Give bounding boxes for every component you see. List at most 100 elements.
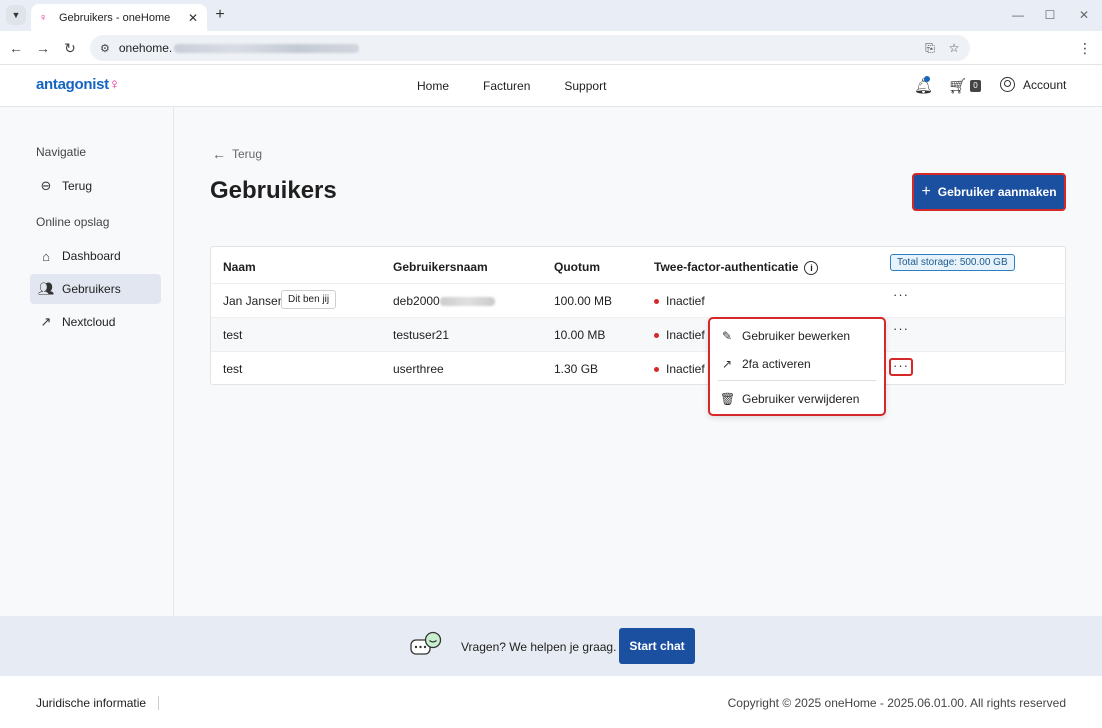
sidebar-item-label: Nextcloud (62, 315, 116, 329)
arrow-up-right-icon: ↗ (721, 357, 733, 371)
sidebar-item-nextcloud[interactable]: ↗ Nextcloud (30, 307, 161, 337)
column-header-quotum: Quotum (554, 260, 600, 274)
cell-quota: 1.30 GB (554, 362, 599, 376)
sidebar: Navigatie ⊖ Terug Online opslag ⌂ Dashbo… (0, 107, 174, 616)
row-actions-dropdown: ✎ Gebruiker bewerken ↗ 2fa activeren 🗑︎ … (708, 317, 886, 416)
account-button[interactable]: Account (1000, 77, 1066, 92)
cart-icon[interactable]: 🛒︎ (948, 77, 967, 95)
cell-name: Jan Jansen (223, 294, 285, 308)
window-close-icon[interactable]: ✕ (1074, 6, 1094, 24)
notification-dot (924, 76, 930, 82)
sidebar-item-dashboard[interactable]: ⌂ Dashboard (30, 241, 161, 271)
column-header-2fa-label: Twee-factor-authenticatie (654, 260, 799, 274)
menu-item-label: 2fa activeren (742, 357, 811, 371)
cell-username: userthree (393, 362, 444, 376)
sidebar-item-label: Gebruikers (62, 282, 121, 296)
chat-prompt: Vragen? We helpen je graag. (461, 640, 617, 654)
users-table: Naam Gebruikersnaam Quotum Twee-factor-a… (210, 246, 1066, 385)
cell-name: test (223, 328, 243, 342)
tab-search-chevron-icon[interactable]: ▼ (6, 5, 26, 25)
menu-item-delete-user[interactable]: 🗑︎ Gebruiker verwijderen (710, 385, 884, 413)
back-arrow-icon[interactable]: ← (6, 38, 26, 58)
create-user-label: Gebruiker aanmaken (937, 185, 1057, 199)
sidebar-item-terug[interactable]: ⊖ Terug (30, 171, 161, 201)
column-header-2fa: Twee-factor-authenticatie i (654, 260, 819, 275)
sidebar-heading-online-opslag: Online opslag (36, 215, 110, 229)
username-text: deb2000 (393, 294, 440, 308)
cell-username: testuser21 (393, 328, 450, 342)
browser-tab-bar: ▼ ♀ Gebruikers - oneHome ✕ + — ☐ ✕ (0, 0, 1102, 31)
status-text: Inactief (666, 362, 705, 376)
menu-item-edit-user[interactable]: ✎ Gebruiker bewerken (710, 322, 884, 350)
column-header-naam: Naam (223, 260, 256, 274)
favicon-icon: ♀ (39, 11, 48, 24)
cell-quota: 10.00 MB (554, 328, 606, 342)
forward-arrow-icon[interactable]: → (33, 38, 53, 58)
chat-band: Vragen? We helpen je graag. Start chat (0, 616, 1102, 676)
top-nav: Home Facturen Support (417, 79, 640, 93)
status-text: Inactief (666, 328, 705, 342)
nav-facturen[interactable]: Facturen (483, 79, 530, 93)
row-actions-menu-icon[interactable]: ··· (889, 322, 913, 341)
total-storage-badge: Total storage: 500.00 GB (890, 254, 1015, 271)
menu-item-label: Gebruiker bewerken (742, 329, 851, 343)
status-dot (654, 367, 659, 373)
reload-icon[interactable]: ↻ (60, 38, 80, 58)
plus-icon: + (921, 183, 931, 200)
menu-item-label: Gebruiker verwijderen (742, 392, 860, 406)
new-tab-button[interactable]: + (211, 6, 229, 24)
cell-2fa: Inactief (654, 328, 705, 342)
back-link[interactable]: ← Terug (212, 146, 262, 162)
info-icon[interactable]: i (804, 260, 819, 275)
main-content: ← Terug Gebruikers + Gebruiker aanmaken … (174, 107, 1102, 616)
logo-text: antagonist (36, 76, 109, 93)
logo[interactable]: antagonist♀ (36, 76, 120, 93)
column-header-gebruikersnaam: Gebruikersnaam (393, 260, 488, 274)
circle-arrow-left-icon: ⊖ (40, 178, 52, 193)
minimize-icon[interactable]: — (1008, 6, 1028, 24)
nav-support[interactable]: Support (564, 79, 606, 93)
users-icon: 👥︎ (38, 281, 55, 296)
table-row: test testuser21 10.00 MB Inactief ··· (211, 317, 1065, 351)
url-blurred (174, 43, 360, 53)
cell-2fa: Inactief (654, 362, 705, 376)
menu-item-activate-2fa[interactable]: ↗ 2fa activeren (710, 350, 884, 378)
maximize-icon[interactable]: ☐ (1040, 6, 1060, 24)
status-dot (654, 333, 659, 339)
start-chat-button[interactable]: Start chat (619, 628, 695, 664)
row-actions-menu-icon[interactable]: ··· (889, 358, 913, 376)
footer: Juridische informatie Copyright © 2025 o… (0, 676, 1102, 728)
sidebar-item-label: Dashboard (62, 249, 121, 263)
status-text: Inactief (666, 294, 705, 308)
arrow-left-icon: ← (212, 146, 226, 162)
create-user-button[interactable]: + Gebruiker aanmaken (912, 173, 1066, 211)
address-bar-row: ← → ↻ ⚙ onehome. ⎘ ☆ ⋮ (0, 31, 1102, 65)
row-actions-menu-icon[interactable]: ··· (889, 288, 913, 307)
site-header: antagonist♀ Home Facturen Support 🔔︎ 🛒︎ (0, 65, 1102, 107)
site-info-icon[interactable]: ⚙ (100, 42, 110, 55)
menu-divider (718, 380, 876, 381)
sidebar-item-gebruikers[interactable]: 👥︎ Gebruikers (30, 274, 161, 304)
chat-bubbles-icon (410, 631, 442, 655)
url-input[interactable]: ⚙ onehome. ⎘ ☆ (90, 35, 970, 61)
table-row: Jan Jansen Dit ben jij deb2000 100.00 MB… (211, 283, 1065, 317)
legal-link[interactable]: Juridische informatie (36, 696, 160, 710)
sidebar-heading-navigatie: Navigatie (36, 145, 87, 159)
account-icon (1000, 77, 1015, 92)
nav-home[interactable]: Home (417, 79, 449, 93)
cell-name: test (223, 362, 243, 376)
this-is-you-badge: Dit ben jij (281, 290, 337, 309)
status-dot (654, 299, 659, 305)
table-row: test userthree 1.30 GB Inactief ··· (211, 351, 1065, 385)
cart-count-badge: 0 (970, 80, 981, 92)
install-app-icon[interactable]: ⎘ (920, 35, 940, 61)
account-label: Account (1023, 77, 1067, 92)
home-icon: ⌂ (42, 248, 50, 264)
browser-tab[interactable]: ♀ Gebruikers - oneHome ✕ (31, 4, 207, 31)
cell-quota: 100.00 MB (554, 294, 613, 308)
tab-close-icon[interactable]: ✕ (185, 11, 201, 25)
bookmark-star-icon[interactable]: ☆ (944, 35, 964, 61)
browser-menu-icon[interactable]: ⋮ (1078, 38, 1092, 58)
username-blurred (439, 297, 495, 307)
external-arrow-icon: ↗ (40, 314, 52, 329)
